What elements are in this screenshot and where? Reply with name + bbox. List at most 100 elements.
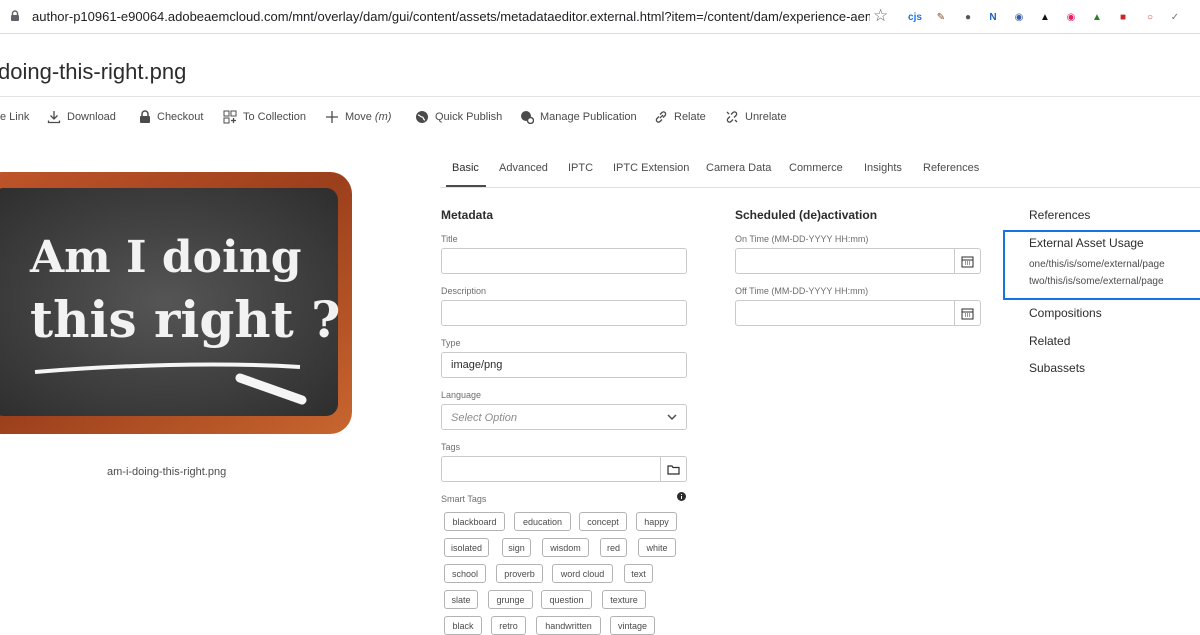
toolbar-label: Download [67, 111, 116, 123]
on-time-calendar-button[interactable] [954, 249, 980, 273]
title-input[interactable] [441, 248, 687, 274]
smart-tag[interactable]: black [444, 616, 482, 635]
smart-tag[interactable]: red [600, 538, 627, 557]
manage-publication-button[interactable]: Manage Publication [520, 108, 637, 126]
tab-references[interactable]: References [923, 162, 979, 174]
external-url[interactable]: two/this/is/some/external/page [1029, 276, 1164, 287]
n-extension-icon[interactable]: N [985, 9, 1001, 25]
tab-commerce[interactable]: Commerce [789, 162, 843, 174]
smart-tags-label: Smart Tags [441, 494, 487, 504]
smart-tag[interactable]: proverb [496, 564, 543, 583]
tab-advanced[interactable]: Advanced [499, 162, 548, 174]
cjs-extension-icon[interactable]: cjs [907, 9, 923, 25]
smart-tag[interactable]: school [444, 564, 486, 583]
tags-label: Tags [441, 442, 461, 452]
tab-insights[interactable]: Insights [864, 162, 902, 174]
smart-tag[interactable]: text [624, 564, 653, 583]
toolbar-label: To Collection [243, 111, 306, 123]
lock-icon[interactable] [8, 9, 22, 23]
chevron-down-icon [667, 414, 677, 421]
relate-button[interactable]: Relate [654, 108, 706, 126]
record-extension-icon[interactable]: ◉ [1063, 9, 1079, 25]
checkout-button[interactable]: Checkout [139, 108, 203, 126]
smart-tag[interactable]: blackboard [444, 512, 505, 531]
smart-tag[interactable]: retro [491, 616, 526, 635]
smart-tag[interactable]: slate [444, 590, 478, 609]
off-time-input[interactable] [735, 300, 981, 326]
circle-extension-icon[interactable]: ● [960, 9, 976, 25]
references-heading: References [1029, 208, 1091, 222]
download-button[interactable]: Download [47, 108, 116, 126]
type-input[interactable]: image/png [441, 352, 687, 378]
tab-iptc-extension[interactable]: IPTC Extension [613, 162, 689, 174]
pen-extension-icon[interactable]: ✎ [933, 9, 949, 25]
asset-preview: Am I doing this right ? [0, 162, 366, 448]
smart-tag[interactable]: sign [502, 538, 531, 557]
subassets-heading[interactable]: Subassets [1029, 361, 1085, 375]
smart-tag[interactable]: concept [579, 512, 627, 531]
red-square-extension-icon[interactable]: ■ [1115, 9, 1131, 25]
tags-input[interactable] [441, 456, 687, 482]
related-heading[interactable]: Related [1029, 334, 1070, 348]
bookmark-star-icon[interactable]: ☆ [873, 6, 888, 26]
smart-tag[interactable]: isolated [444, 538, 489, 557]
toolbar-label: Move [345, 111, 372, 123]
unrelate-button[interactable]: Unrelate [725, 108, 787, 126]
calendar-icon [961, 256, 974, 267]
chalkboard-image: Am I doing this right ? [0, 172, 352, 434]
tab-basic[interactable]: Basic [452, 162, 479, 174]
toolbar-label: Relate [674, 111, 706, 123]
scheduled-heading: Scheduled (de)activation [735, 208, 878, 222]
toolbar-label: Quick Publish [435, 111, 503, 123]
toolbar-label: Unrelate [745, 111, 787, 123]
check-extension-icon[interactable]: ✓ [1167, 9, 1183, 25]
compass-extension-icon[interactable]: ◉ [1011, 9, 1027, 25]
download-icon [47, 111, 61, 124]
share-link-button[interactable]: e Link [0, 108, 29, 126]
smart-tag[interactable]: vintage [610, 616, 655, 635]
on-time-input[interactable] [735, 248, 981, 274]
move-button[interactable]: Move (m) [325, 108, 391, 126]
compositions-heading[interactable]: Compositions [1029, 306, 1102, 320]
chalk-text-line1: Am I doing [29, 232, 302, 283]
smart-tag[interactable]: question [541, 590, 592, 609]
smart-tag[interactable]: wisdom [542, 538, 589, 557]
external-url[interactable]: one/this/is/some/external/page [1029, 259, 1165, 270]
browser-address-bar: author-p10961-e90064.adobeaemcloud.com/m… [0, 0, 1200, 34]
folder-icon [667, 464, 680, 475]
smart-tag[interactable]: word cloud [552, 564, 613, 583]
to-collection-button[interactable]: To Collection [223, 108, 306, 126]
description-label: Description [441, 286, 487, 296]
page-title: doing-this-right.png [0, 59, 187, 84]
smart-tag[interactable]: grunge [488, 590, 533, 609]
language-placeholder: Select Option [451, 412, 518, 424]
description-input[interactable] [441, 300, 687, 326]
url-field[interactable]: author-p10961-e90064.adobeaemcloud.com/m… [32, 9, 870, 24]
ring-extension-icon[interactable]: ○ [1142, 9, 1158, 25]
tab-iptc[interactable]: IPTC [568, 162, 593, 174]
smart-tag[interactable]: white [638, 538, 676, 557]
type-label: Type [441, 338, 461, 348]
globe-icon [416, 111, 428, 123]
triangle-extension-icon[interactable]: ▲ [1089, 9, 1105, 25]
chalk-text-line2: this right ? [30, 290, 340, 349]
active-tab-indicator [446, 185, 486, 187]
asset-filename: am-i-doing-this-right.png [107, 466, 227, 478]
language-select[interactable]: Select Option [441, 404, 687, 430]
off-time-calendar-button[interactable] [954, 301, 980, 325]
hat-extension-icon[interactable]: ▲ [1037, 9, 1053, 25]
smart-tag[interactable]: education [514, 512, 571, 531]
metadata-heading: Metadata [441, 208, 494, 222]
smart-tag[interactable]: happy [636, 512, 677, 531]
globe-gear-icon [521, 111, 534, 124]
collection-icon [223, 110, 237, 124]
tab-camera-data[interactable]: Camera Data [706, 162, 771, 174]
unlink-icon [726, 111, 738, 123]
tag-picker-button[interactable] [660, 457, 686, 481]
quick-publish-button[interactable]: Quick Publish [415, 108, 502, 126]
external-usage-heading[interactable]: External Asset Usage [1029, 236, 1144, 250]
smart-tag[interactable]: handwritten [536, 616, 601, 635]
toolbar-label: Manage Publication [540, 111, 637, 123]
info-icon[interactable] [677, 492, 686, 501]
smart-tag[interactable]: texture [602, 590, 646, 609]
